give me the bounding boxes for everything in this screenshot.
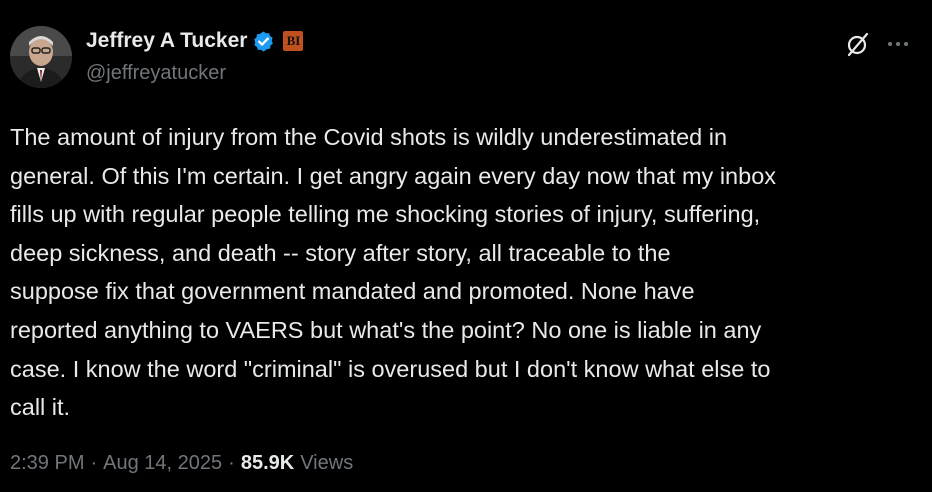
meta-separator: · [90, 452, 98, 474]
views-label: Views [300, 452, 354, 474]
author-name-row: Jeffrey A Tucker BI [86, 28, 304, 54]
tweet-date[interactable]: Aug 14, 2025 [103, 452, 222, 475]
meta-separator: · [228, 452, 235, 474]
author-name[interactable]: Jeffrey A Tucker [86, 29, 247, 53]
tweet: Jeffrey A Tucker BI @jeffreyatucker The … [0, 0, 932, 492]
author-handle[interactable]: @jeffreyatucker [86, 62, 226, 85]
grok-icon[interactable] [844, 30, 872, 58]
verified-badge-icon[interactable] [252, 30, 275, 53]
views-count[interactable]: 85.9K [241, 452, 294, 475]
tweet-meta: 2:39 PM · Aug 14, 2025 · 85.9K Views [10, 452, 353, 475]
tweet-time[interactable]: 2:39 PM [10, 452, 84, 475]
avatar-image [10, 26, 72, 88]
avatar[interactable] [10, 26, 72, 88]
more-options-icon[interactable] [884, 34, 912, 54]
affiliate-badge[interactable]: BI [283, 31, 304, 51]
tweet-text: The amount of injury from the Covid shot… [10, 124, 777, 421]
